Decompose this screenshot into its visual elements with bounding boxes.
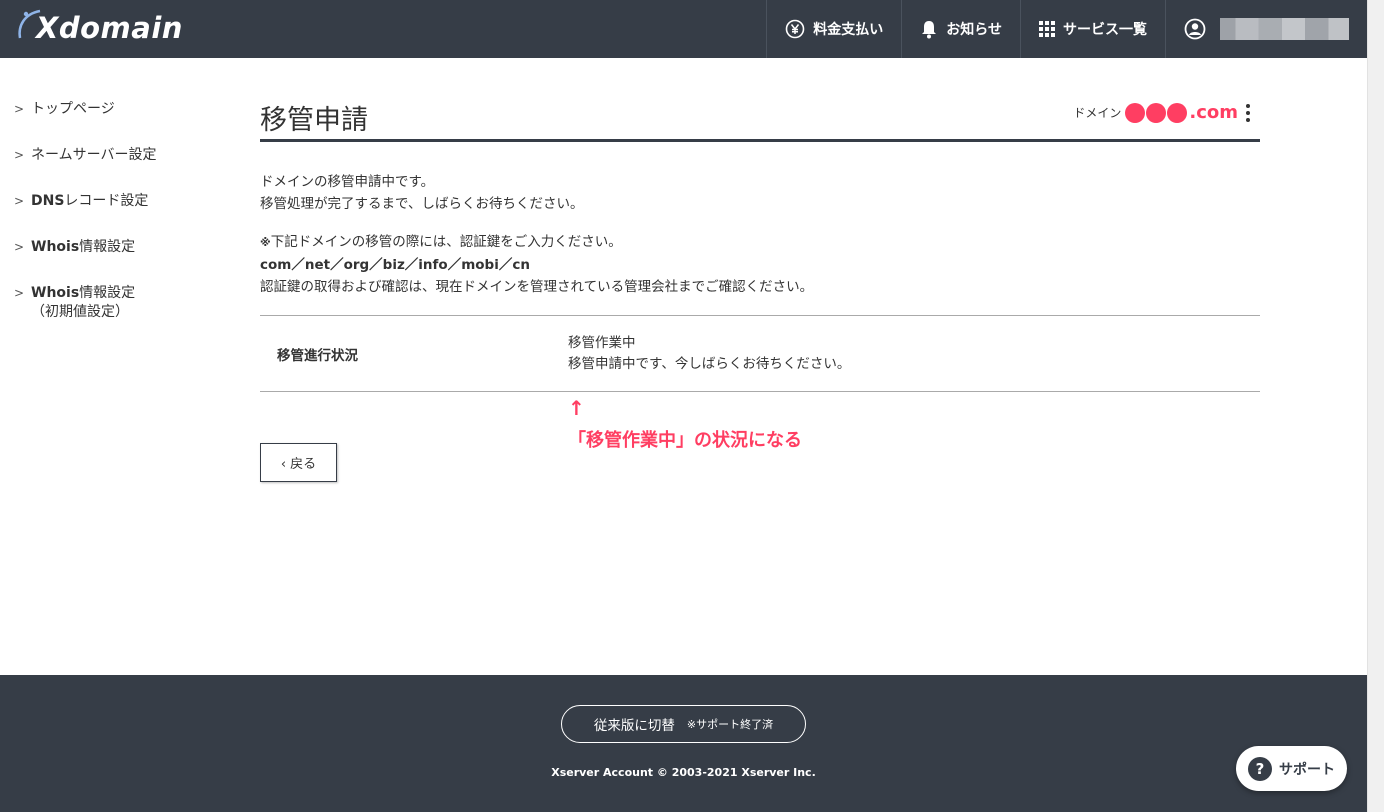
sidebar-nav: > トップページ > ネームサーバー設定 > DNSレコード設定 > Whois… <box>0 100 230 349</box>
chevron-right-icon: > <box>14 240 25 254</box>
status-value: 移管作業中 移管申請中です、今しばらくお待ちください。 <box>568 334 851 372</box>
annotation-arrow: ↑ <box>568 396 585 420</box>
page-title: 移管申請 <box>260 105 368 136</box>
notice-nav-button[interactable]: お知らせ <box>901 0 1020 58</box>
back-button[interactable]: ‹ 戻る <box>260 443 337 482</box>
sidebar-item-label: Whois情報設定 <box>31 239 136 255</box>
vertical-scrollbar[interactable] <box>1367 0 1384 812</box>
yen-icon <box>785 19 805 39</box>
sidebar-item-label: DNSレコード設定 <box>31 193 149 209</box>
notice-nav-label: お知らせ <box>946 22 1002 38</box>
header-nav: 料金支払い お知らせ サービス一覧 <box>766 0 1367 58</box>
domain-value-masked: .com <box>1125 102 1238 123</box>
mask-dot <box>1125 102 1146 123</box>
transfer-status-table: 移管進行状況 移管作業中 移管申請中です、今しばらくお待ちください。 <box>260 315 1260 392</box>
chevron-right-icon: > <box>14 148 25 162</box>
switch-legacy-button[interactable]: 従来版に切替 ※サポート終了済 <box>561 705 806 743</box>
sidebar-item-label: ネームサーバー設定 <box>31 147 157 163</box>
sidebar-item-label: トップページ <box>31 101 115 117</box>
chevron-right-icon: > <box>14 286 25 300</box>
sidebar-item-label: Whois情報設定 （初期値設定） <box>31 285 136 320</box>
services-nav-button[interactable]: サービス一覧 <box>1020 0 1165 58</box>
domain-label: ドメイン <box>1073 106 1122 120</box>
mask-dot <box>1167 102 1188 123</box>
sidebar-item-nameserver[interactable]: > ネームサーバー設定 <box>0 146 230 165</box>
title-row: 移管申請 ドメイン .com <box>260 96 1260 142</box>
payment-nav-button[interactable]: 料金支払い <box>766 0 901 58</box>
mask-dot <box>1146 102 1167 123</box>
domain-suffix: .com <box>1189 102 1238 123</box>
copyright: Xserver Account © 2003-2021 Xserver Inc. <box>551 766 816 779</box>
annotation-text: 「移管作業中」の状況になる <box>568 430 802 451</box>
sidebar-item-whois[interactable]: > Whois情報設定 <box>0 238 230 257</box>
status-label: 移管進行状況 <box>277 347 358 364</box>
user-menu-button[interactable] <box>1165 0 1367 58</box>
user-icon <box>1184 18 1206 40</box>
chevron-right-icon: > <box>14 102 25 116</box>
bell-icon <box>920 19 938 39</box>
grid-icon <box>1039 21 1055 37</box>
payment-nav-label: 料金支払い <box>813 22 884 38</box>
tld-list: com／net／org／biz／info／mobi／cn <box>260 257 530 273</box>
legacy-button-label: 従来版に切替 <box>593 718 675 734</box>
sidebar-item-whois-default[interactable]: > Whois情報設定 （初期値設定） <box>0 284 230 322</box>
footer: 従来版に切替 ※サポート終了済 Xserver Account © 2003-2… <box>0 675 1367 812</box>
services-nav-label: サービス一覧 <box>1063 22 1147 38</box>
kebab-menu-icon[interactable] <box>1246 103 1250 122</box>
main-content: 移管申請 ドメイン .com ドメインの移管申請中です。 移管処理が完了するまで… <box>260 96 1260 482</box>
support-button[interactable]: ? サポート <box>1236 746 1347 791</box>
question-icon: ? <box>1248 756 1272 781</box>
xdomain-logo[interactable]: Xdomain <box>14 8 183 48</box>
domain-indicator: ドメイン .com <box>1073 102 1250 123</box>
legacy-note: ※サポート終了済 <box>686 718 774 731</box>
chevron-right-icon: > <box>14 194 25 208</box>
user-name-masked <box>1220 18 1349 40</box>
top-header: Xdomain 料金支払い お知らせ サービス一覧 <box>0 0 1367 58</box>
logo-swoosh-icon <box>18 9 41 39</box>
transfer-message: ドメインの移管申請中です。 移管処理が完了するまで、しばらくお待ちください。 <box>260 174 584 212</box>
logo-text: Xdomain <box>36 11 183 45</box>
auth-key-note: ※下記ドメインの移管の際には、認証鍵をご入力ください。 com／net／org／… <box>260 231 1260 298</box>
sidebar-item-dns-record[interactable]: > DNSレコード設定 <box>0 192 230 211</box>
support-label: サポート <box>1279 761 1335 778</box>
sidebar-item-top-page[interactable]: > トップページ <box>0 100 230 119</box>
